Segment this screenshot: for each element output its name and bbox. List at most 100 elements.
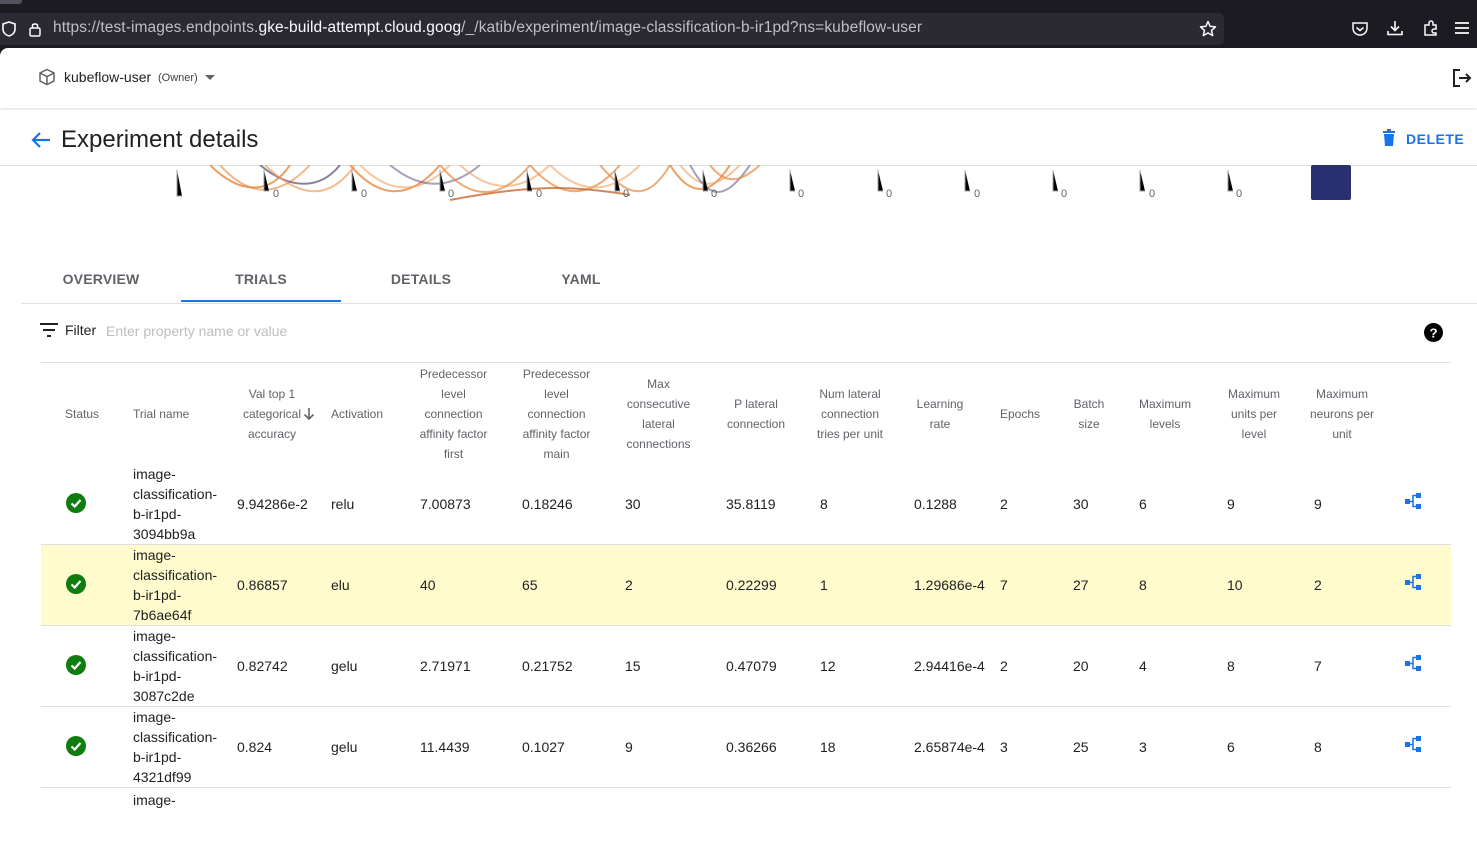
cell-max-levels: 6 (1139, 496, 1147, 512)
trial-name-line: 7b6ae64f (133, 607, 192, 623)
trial-name[interactable]: image-classification-b-ir1pd- 3087c2de (133, 626, 233, 706)
axis-tick-label: 0 (448, 188, 455, 200)
axis-tick-label: 0 (273, 188, 280, 200)
trial-name-line: image- (133, 628, 176, 644)
cell-p-lateral: 0.36266 (726, 739, 777, 755)
table-row[interactable]: image- (41, 788, 1451, 868)
sort-arrow-down-icon[interactable] (303, 407, 315, 421)
trash-icon (1383, 129, 1395, 146)
table-row[interactable]: image-classification-b-ir1pd- 4321df99 0.… (41, 707, 1451, 788)
tab-bar: OVERVIEW TRIALS DETAILS YAML (21, 255, 1477, 304)
filter-icon[interactable] (40, 323, 58, 337)
axis-tick-label: 0 (361, 188, 368, 200)
cell-affinity-first: 40 (420, 577, 436, 593)
namespace-cube-icon (39, 68, 55, 86)
tab-overview[interactable]: OVERVIEW (21, 255, 181, 303)
cell-activation: gelu (331, 739, 358, 755)
axis-tick-label: 0 (1061, 188, 1068, 200)
filter-input[interactable] (104, 318, 508, 344)
cell-batch-size: 27 (1073, 577, 1089, 593)
cell-p-lateral: 0.47079 (726, 658, 777, 674)
tab-trials[interactable]: TRIALS (181, 255, 341, 303)
table-row[interactable]: image-classification-b-ir1pd- 3094bb9a 9.… (41, 464, 1451, 545)
column-header-max-neurons[interactable]: Maximum neurons per unit (1309, 363, 1375, 464)
namespace-role: (Owner) (158, 72, 198, 84)
column-header-status[interactable]: Status (65, 363, 125, 464)
column-header-activation[interactable]: Activation (331, 363, 406, 464)
download-icon[interactable] (1386, 19, 1404, 37)
svg-text:?: ? (1429, 325, 1437, 340)
column-header-affinity-first[interactable]: Predecessor level connection affinity fa… (411, 363, 496, 464)
column-header-max-lateral[interactable]: Max consecutive lateral connections (620, 363, 697, 464)
axis-tick-label: 0 (536, 188, 543, 200)
color-scale-bar (1311, 165, 1351, 200)
trial-name[interactable]: image- (133, 790, 176, 810)
help-icon[interactable]: ? (1424, 323, 1443, 342)
axis-tick-label: 0 (1149, 188, 1156, 200)
cell-epochs: 2 (1000, 658, 1008, 674)
cell-affinity-main: 0.18246 (522, 496, 573, 512)
column-header-epochs[interactable]: Epochs (1000, 363, 1050, 464)
lock-icon[interactable] (28, 21, 42, 37)
status-succeeded-icon (66, 574, 86, 594)
tab-details[interactable]: DETAILS (341, 255, 501, 303)
trial-name[interactable]: image-classification-b-ir1pd- 3094bb9a (133, 464, 233, 544)
trial-graph-icon[interactable] (1404, 492, 1422, 510)
menu-icon[interactable] (1454, 21, 1470, 35)
cell-activation: gelu (331, 658, 358, 674)
cell-epochs: 3 (1000, 739, 1008, 755)
cell-max-neurons: 8 (1314, 739, 1322, 755)
trial-graph-icon[interactable] (1404, 573, 1422, 591)
column-header-p-lateral[interactable]: P lateral connection (721, 363, 791, 464)
cell-accuracy: 0.824 (237, 739, 273, 755)
logout-icon[interactable] (1451, 67, 1473, 89)
trial-name-line: classification- (133, 648, 218, 664)
trial-graph-icon[interactable] (1404, 735, 1422, 753)
back-arrow-icon[interactable] (30, 130, 52, 150)
trial-name[interactable]: image-classification-b-ir1pd- 7b6ae64f (133, 545, 233, 625)
column-header-num-lateral[interactable]: Num lateral connection tries per unit (811, 363, 889, 464)
column-header-affinity-main[interactable]: Predecessor level connection affinity fa… (514, 363, 599, 464)
shield-icon[interactable] (2, 21, 16, 37)
trial-name-line: 4321df99 (133, 769, 192, 785)
cell-learning-rate: 2.65874e-4 (914, 739, 985, 755)
table-row[interactable]: image-classification-b-ir1pd- 3087c2de 0.… (41, 626, 1451, 707)
trial-graph-icon[interactable] (1404, 654, 1422, 672)
cell-accuracy: 0.82742 (237, 658, 288, 674)
cell-epochs: 7 (1000, 577, 1008, 593)
app-header (0, 48, 1477, 108)
column-header-max-levels[interactable]: Maximum levels (1134, 363, 1196, 464)
cell-affinity-first: 7.00873 (420, 496, 471, 512)
column-header-batch-size[interactable]: Batch size (1066, 363, 1112, 464)
cell-learning-rate: 2.94416e-4 (914, 658, 985, 674)
tab-yaml[interactable]: YAML (501, 255, 661, 303)
cell-epochs: 2 (1000, 496, 1008, 512)
cell-accuracy: 0.86857 (237, 577, 288, 593)
namespace-name[interactable]: kubeflow-user (64, 69, 151, 85)
trial-name-line: classification- (133, 567, 218, 583)
column-header-trial-name[interactable]: Trial name (133, 363, 233, 464)
extensions-icon[interactable] (1422, 19, 1440, 37)
cell-max-neurons: 2 (1314, 577, 1322, 593)
column-header-max-units[interactable]: Maximum units per level (1221, 363, 1287, 464)
bookmark-star-icon[interactable] (1199, 20, 1217, 38)
axis-tick-label: 0 (623, 188, 630, 200)
filter-label: Filter (65, 322, 97, 338)
chevron-down-icon[interactable] (204, 74, 216, 82)
cell-num-lateral: 12 (820, 658, 836, 674)
table-row[interactable]: image-classification-b-ir1pd- 7b6ae64f 0.… (41, 545, 1451, 626)
column-header-learning-rate[interactable]: Learning rate (907, 363, 973, 464)
cell-affinity-main: 65 (522, 577, 538, 593)
cell-max-lateral: 30 (625, 496, 641, 512)
url-text[interactable]: https://test-images.endpoints.gke-build-… (53, 19, 922, 37)
trial-name[interactable]: image-classification-b-ir1pd- 4321df99 (133, 707, 233, 787)
active-tab-indicator (181, 300, 341, 302)
trial-name-line: image- (133, 466, 176, 482)
column-header-accuracy[interactable]: Val top 1 categorical accuracy (231, 363, 313, 464)
cell-batch-size: 30 (1073, 496, 1089, 512)
column-header-accuracy-label: Val top 1 categorical accuracy (242, 386, 302, 441)
cell-activation: elu (331, 577, 350, 593)
cell-max-units: 8 (1227, 658, 1235, 674)
pocket-icon[interactable] (1351, 20, 1369, 38)
cell-learning-rate: 1.29686e-4 (914, 577, 985, 593)
